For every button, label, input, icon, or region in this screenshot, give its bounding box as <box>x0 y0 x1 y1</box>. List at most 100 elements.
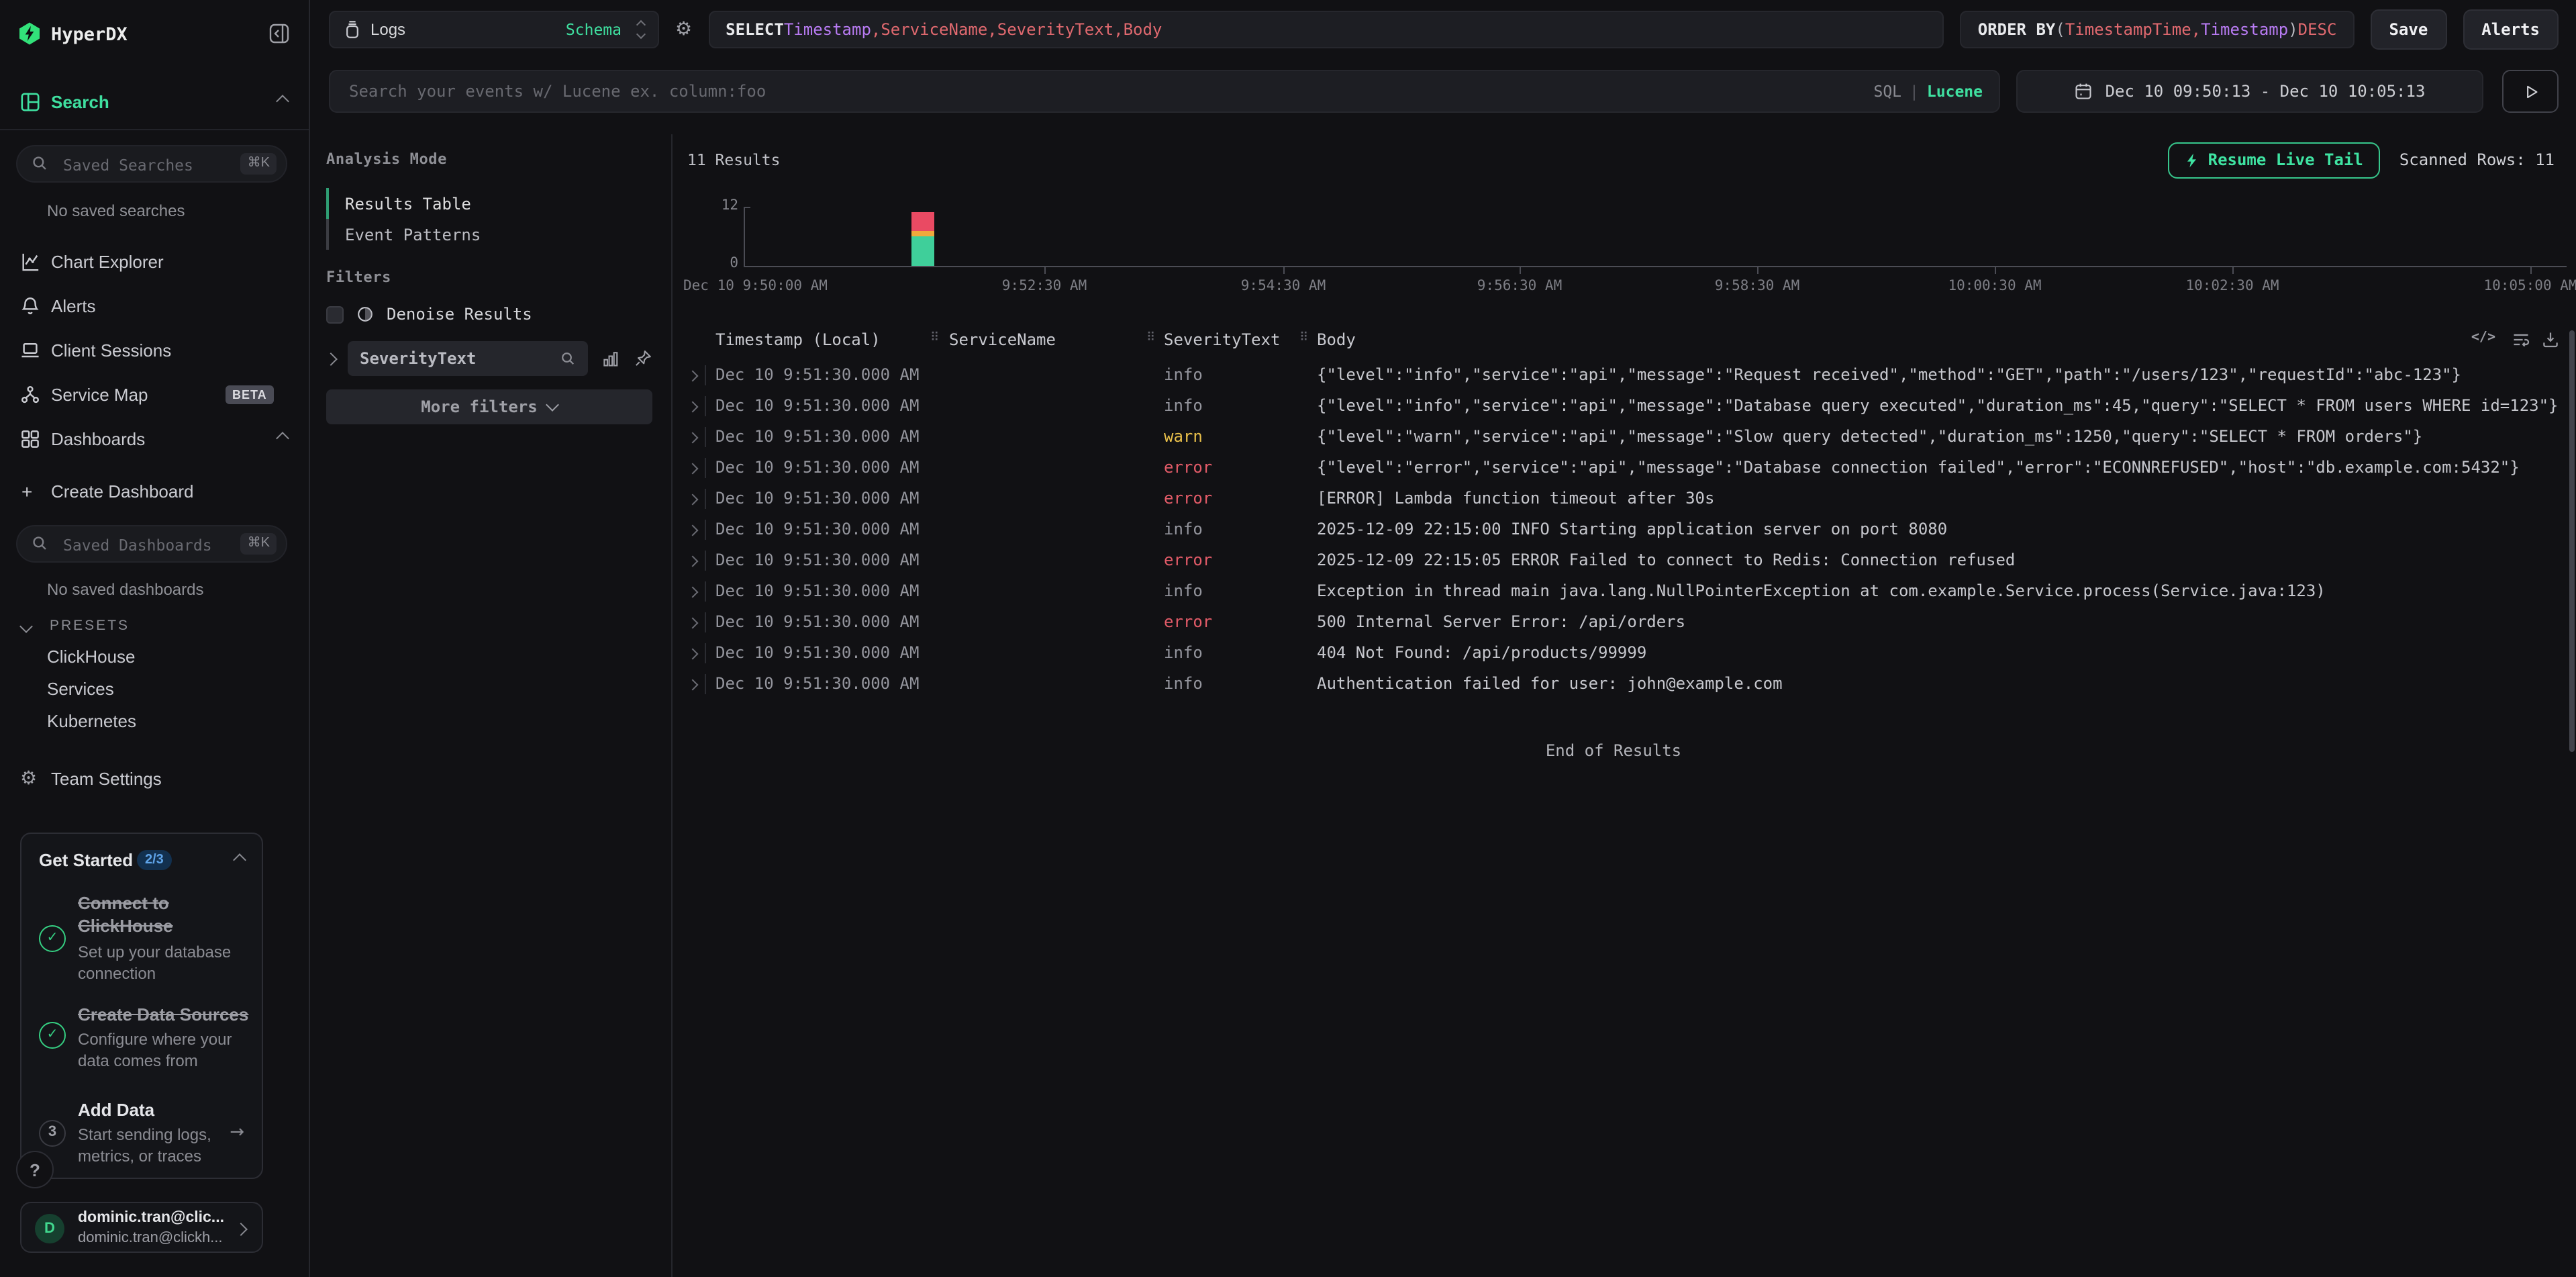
drag-handle-icon[interactable]: ⠿ <box>930 332 939 345</box>
expand-row-chevron-icon[interactable] <box>687 401 699 413</box>
table-row[interactable]: Dec 10 9:51:30.000 AM info {"level":"inf… <box>673 360 2576 391</box>
order-by-input[interactable]: ORDER BY (TimestampTime, Timestamp) DESC <box>1961 11 2355 48</box>
expand-row-chevron-icon[interactable] <box>687 463 699 475</box>
denoise-checkbox[interactable] <box>326 305 344 323</box>
expand-row-chevron-icon[interactable] <box>687 525 699 536</box>
progress-badge: 2/3 <box>137 850 172 870</box>
select-query-input[interactable]: SELECT Timestamp,ServiceName,SeverityTex… <box>708 11 1944 48</box>
save-button[interactable]: Save <box>2370 9 2446 50</box>
presets-section-toggle[interactable]: PRESETS <box>0 616 309 638</box>
main-area: Logs Schema ⚙ SELECT Timestamp,ServiceNa… <box>310 0 2576 1277</box>
no-saved-dashboards-text: No saved dashboards <box>47 580 204 599</box>
run-query-button[interactable] <box>2502 70 2559 113</box>
event-search-input[interactable] <box>346 81 1873 102</box>
resume-live-tail-button[interactable]: Resume Live Tail <box>2168 142 2381 178</box>
cell-severity: error <box>1164 545 1212 576</box>
saved-searches-input[interactable]: ⌘K <box>16 145 287 183</box>
sql-mode-toggle[interactable]: SQL <box>1873 82 1901 101</box>
table-row[interactable]: Dec 10 9:51:30.000 AM info 404 Not Found… <box>673 638 2576 669</box>
create-dashboard-button[interactable]: + Create Dashboard <box>0 471 309 512</box>
expand-row-chevron-icon[interactable] <box>687 494 699 506</box>
column-servicename[interactable]: ServiceName <box>949 330 1056 349</box>
table-row[interactable]: Dec 10 9:51:30.000 AM info Exception in … <box>673 576 2576 607</box>
bar-chart-icon[interactable] <box>601 349 620 368</box>
cell-body: {"level":"warn","service":"api","message… <box>1317 422 2565 453</box>
help-button[interactable]: ? <box>16 1151 54 1188</box>
expand-filter-chevron-icon[interactable] <box>324 352 338 365</box>
sidebar-item-team-settings[interactable]: ⚙ Team Settings <box>0 759 309 799</box>
expand-row-chevron-icon[interactable] <box>687 432 699 444</box>
expand-row-chevron-icon[interactable] <box>687 679 699 691</box>
row-divider <box>705 612 706 632</box>
select-arrows-icon <box>638 21 644 38</box>
no-saved-searches-text: No saved searches <box>47 201 185 220</box>
table-row[interactable]: Dec 10 9:51:30.000 AM info {"level":"inf… <box>673 391 2576 422</box>
cell-body: Exception in thread main java.lang.NullP… <box>1317 576 2565 607</box>
table-row[interactable]: Dec 10 9:51:30.000 AM error {"level":"er… <box>673 453 2576 483</box>
expand-row-chevron-icon[interactable] <box>687 556 699 567</box>
preset-clickhouse[interactable]: ClickHouse <box>0 641 309 673</box>
preset-services[interactable]: Services <box>0 673 309 705</box>
sidebar-item-service-map[interactable]: Service Map BETA <box>0 372 309 416</box>
gs-item-title[interactable]: Connect to ClickHouse <box>78 892 242 937</box>
sidebar-item-client-sessions[interactable]: Client Sessions <box>0 328 309 372</box>
table-row[interactable]: Dec 10 9:51:30.000 AM error 500 Internal… <box>673 607 2576 638</box>
expand-row-chevron-icon[interactable] <box>687 587 699 598</box>
event-search-bar[interactable]: SQL | Lucene <box>329 70 2000 113</box>
pin-icon[interactable] <box>634 349 652 368</box>
results-area: 11 Results Resume Live Tail Scanned Rows… <box>673 134 2576 1277</box>
sidebar-item-alerts[interactable]: Alerts <box>0 283 309 328</box>
expand-row-chevron-icon[interactable] <box>687 371 699 382</box>
severity-filter-input[interactable]: SeverityText <box>348 341 588 376</box>
drag-handle-icon[interactable]: ⠿ <box>1299 332 1308 345</box>
table-row[interactable]: Dec 10 9:51:30.000 AM error [ERROR] Lamb… <box>673 483 2576 514</box>
column-severitytext[interactable]: SeverityText <box>1164 330 1280 349</box>
results-table-header: Timestamp (Local) ⠿ ServiceName ⠿ Severi… <box>673 330 2576 353</box>
source-selector[interactable]: Logs Schema <box>329 11 659 48</box>
gs-item-title[interactable]: Create Data Sources <box>78 1003 266 1026</box>
results-count: 11 Results <box>687 150 781 169</box>
chevron-up-icon[interactable] <box>233 853 246 867</box>
collapse-sidebar-icon[interactable] <box>268 23 290 44</box>
sidebar-item-chart-explorer[interactable]: Chart Explorer <box>0 239 309 283</box>
alerts-button[interactable]: Alerts <box>2463 9 2559 50</box>
code-view-icon[interactable]: </> <box>2471 330 2495 345</box>
y-axis-max-label: 12 <box>677 197 738 214</box>
stacked-bar <box>911 211 934 266</box>
saved-dashboards-field[interactable] <box>60 526 227 564</box>
arrow-right-icon[interactable]: → <box>230 1123 244 1143</box>
query-settings-gear-icon[interactable]: ⚙ <box>675 20 692 39</box>
column-body[interactable]: Body <box>1317 330 1356 349</box>
table-row[interactable]: Dec 10 9:51:30.000 AM info 2025-12-09 22… <box>673 514 2576 545</box>
more-filters-button[interactable]: More filters <box>326 389 652 424</box>
scrollbar-thumb[interactable] <box>2569 330 2575 752</box>
expand-row-chevron-icon[interactable] <box>687 618 699 629</box>
sidebar-item-dashboards[interactable]: Dashboards <box>0 416 309 461</box>
download-icon[interactable] <box>2541 330 2560 349</box>
preset-kubernetes[interactable]: Kubernetes <box>0 705 309 737</box>
user-menu[interactable]: D dominic.tran@clic... dominic.tran@clic… <box>20 1202 263 1253</box>
gs-item-subtitle: Start sending logs, metrics, or traces <box>78 1124 239 1167</box>
lucene-mode-toggle[interactable]: Lucene <box>1927 82 1983 101</box>
gs-item-title[interactable]: Add Data <box>78 1098 266 1121</box>
cmd-k-shortcut: ⌘K <box>241 153 277 175</box>
cell-timestamp: Dec 10 9:51:30.000 AM <box>715 545 919 576</box>
column-timestamp[interactable]: Timestamp (Local) <box>715 330 881 349</box>
saved-dashboards-input[interactable]: ⌘K <box>16 525 287 563</box>
table-row[interactable]: Dec 10 9:51:30.000 AM warn {"level":"war… <box>673 422 2576 453</box>
mode-results-table[interactable]: Results Table <box>326 188 638 219</box>
time-range-picker[interactable]: Dec 10 09:50:13 - Dec 10 10:05:13 <box>2016 70 2483 113</box>
expand-row-chevron-icon[interactable] <box>687 649 699 660</box>
y-axis-min-label: 0 <box>677 255 738 271</box>
y-axis-tick <box>744 207 750 208</box>
table-row[interactable]: Dec 10 9:51:30.000 AM info Authenticatio… <box>673 669 2576 700</box>
wrap-text-icon[interactable] <box>2512 330 2530 349</box>
sidebar-item-search[interactable]: Search <box>0 81 309 124</box>
denoise-results-option[interactable]: Denoise Results <box>326 303 532 325</box>
table-row[interactable]: Dec 10 9:51:30.000 AM error 2025-12-09 2… <box>673 545 2576 576</box>
mode-event-patterns[interactable]: Event Patterns <box>326 219 638 250</box>
saved-searches-field[interactable] <box>60 146 227 184</box>
avatar: D <box>35 1214 64 1243</box>
hyperdx-app: HyperDX Search ⌘K No saved searches <box>0 0 2576 1277</box>
drag-handle-icon[interactable]: ⠿ <box>1146 332 1155 345</box>
